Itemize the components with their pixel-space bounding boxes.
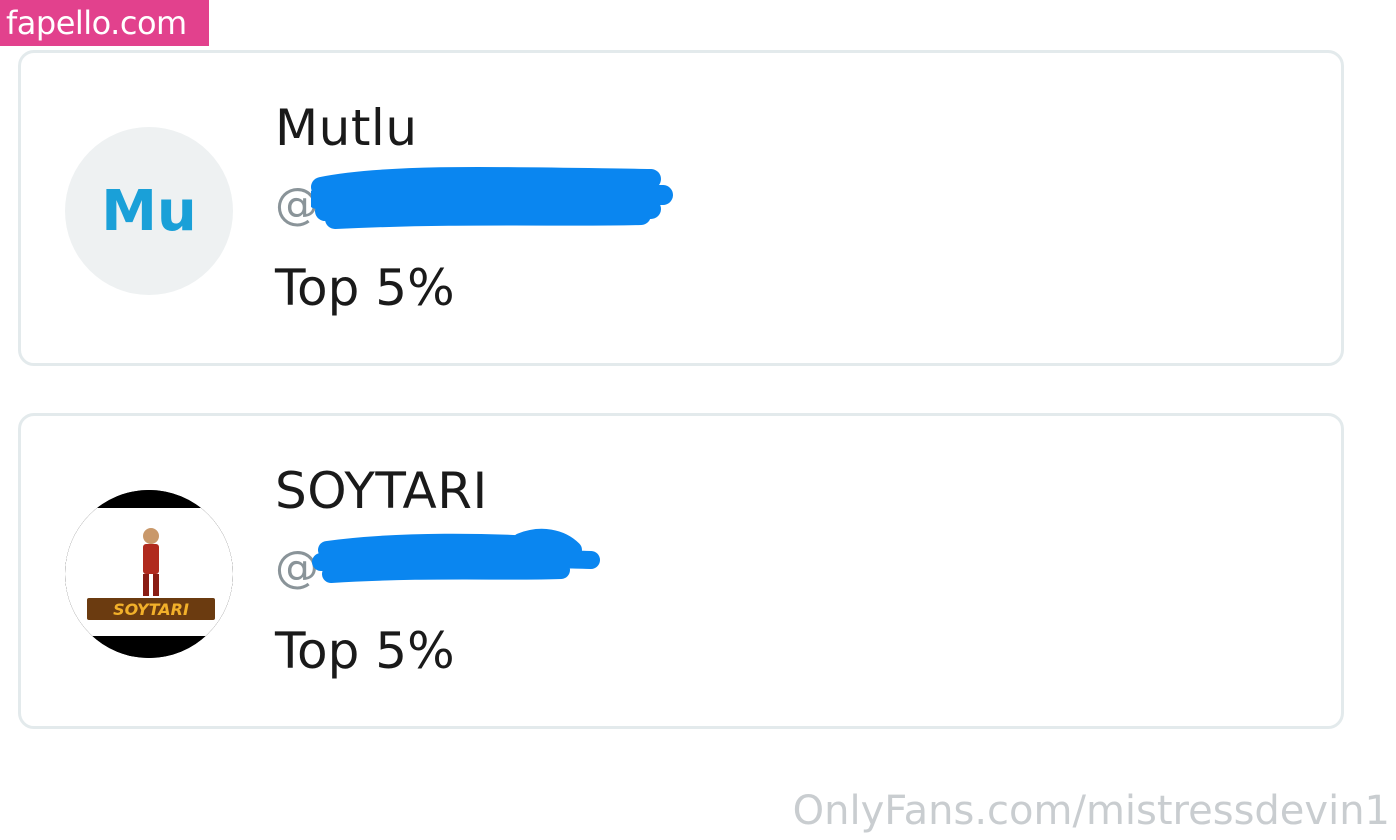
fan-card[interactable]: Mu Mutlu @ Top 5% [18, 50, 1344, 366]
fan-card[interactable]: SOYTARI SOYTARI @ Top 5% [18, 413, 1344, 729]
svg-text:SOYTARI: SOYTARI [113, 600, 189, 619]
redaction-scribble [311, 166, 673, 229]
user-name[interactable]: Mutlu [275, 99, 418, 157]
avatar-initials: Mu [101, 178, 197, 244]
rank-label: Top 5% [275, 259, 455, 317]
site-watermark-badge: fapello.com [0, 0, 209, 46]
rank-label: Top 5% [275, 622, 455, 680]
footer-watermark: OnlyFans.com/mistressdevin1 [792, 788, 1390, 834]
avatar[interactable]: Mu [65, 127, 233, 295]
user-name[interactable]: SOYTARI [275, 462, 488, 520]
avatar[interactable]: SOYTARI [65, 490, 233, 658]
soytari-logo-image: SOYTARI [65, 490, 233, 658]
redaction-scribble [312, 528, 600, 583]
